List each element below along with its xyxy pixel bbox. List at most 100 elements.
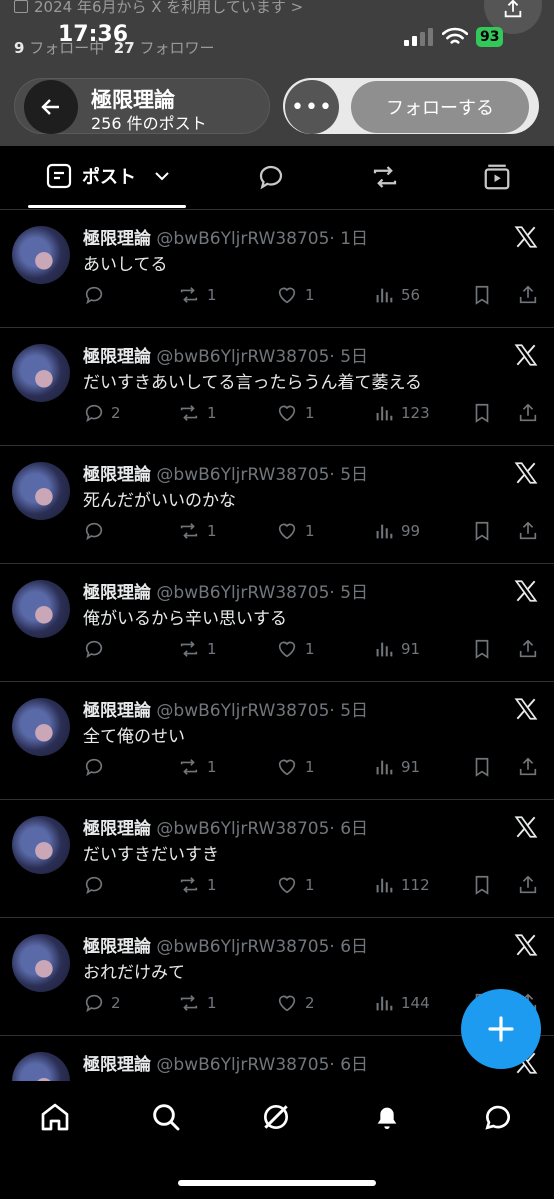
post-actions: 1 1 56 — [83, 284, 543, 310]
back-button[interactable] — [24, 80, 78, 134]
bookmark-icon — [471, 638, 493, 660]
avatar[interactable] — [12, 934, 70, 992]
like-button[interactable]: 2 — [275, 992, 315, 1014]
share-button[interactable] — [517, 874, 539, 896]
avatar[interactable] — [12, 698, 70, 756]
views-button[interactable]: 99 — [373, 520, 420, 542]
compose-button[interactable] — [461, 989, 541, 1069]
post-item[interactable]: 極限理論 @bwB6YljrRW38705· 1日 あいしてる 1 1 56 — [0, 210, 554, 328]
bookmark-button[interactable] — [471, 874, 493, 896]
status-time: 17:36 — [58, 22, 129, 47]
post-author-name[interactable]: 極限理論 — [83, 583, 151, 603]
avatar[interactable] — [12, 816, 70, 874]
post-header: 極限理論 @bwB6YljrRW38705· 6日 — [83, 1050, 368, 1075]
nav-notifications[interactable] — [371, 1101, 403, 1137]
avatar[interactable] — [12, 580, 70, 638]
post-handle: @bwB6YljrRW38705 — [156, 819, 330, 839]
reply-button[interactable]: 2 — [83, 992, 121, 1014]
share-icon — [517, 874, 539, 896]
repost-button[interactable]: 1 — [177, 756, 217, 778]
bookmark-icon — [471, 874, 493, 896]
avatar[interactable] — [12, 226, 70, 284]
repost-button[interactable]: 1 — [177, 638, 217, 660]
signal-icon — [404, 28, 433, 46]
tab-replies[interactable] — [256, 162, 286, 196]
post-time: · 5日 — [329, 347, 369, 367]
tab-media[interactable] — [482, 162, 512, 196]
bookmark-button[interactable] — [471, 520, 493, 542]
bookmark-button[interactable] — [471, 402, 493, 424]
reply-button[interactable]: 2 — [83, 402, 121, 424]
share-button[interactable] — [517, 520, 539, 542]
repost-button[interactable]: 1 — [177, 284, 217, 306]
avatar[interactable] — [12, 1052, 70, 1081]
bookmark-button[interactable] — [471, 284, 493, 306]
like-count: 1 — [305, 286, 315, 304]
post-item[interactable]: 極限理論 @bwB6YljrRW38705· 5日 だいすきあいしてる言ったらう… — [0, 328, 554, 446]
post-author-name[interactable]: 極限理論 — [83, 347, 151, 367]
tab-posts[interactable]: ポスト — [46, 163, 170, 189]
post-author-name[interactable]: 極限理論 — [83, 701, 151, 721]
views-button[interactable]: 144 — [373, 992, 430, 1014]
bookmark-icon — [471, 520, 493, 542]
share-button[interactable] — [517, 402, 539, 424]
x-logo-icon — [513, 814, 539, 844]
nav-messages[interactable] — [482, 1101, 514, 1137]
post-actions: 1 1 91 — [83, 756, 543, 782]
follow-button[interactable]: フォローする — [351, 81, 529, 133]
bookmark-icon — [471, 756, 493, 778]
post-text: 死んだがいいのかな — [83, 491, 236, 511]
post-author-name[interactable]: 極限理論 — [83, 229, 151, 249]
like-button[interactable]: 1 — [275, 756, 315, 778]
share-button[interactable] — [517, 284, 539, 306]
like-button[interactable]: 1 — [275, 638, 315, 660]
views-button[interactable]: 112 — [373, 874, 430, 896]
share-icon — [517, 520, 539, 542]
like-button[interactable]: 1 — [275, 284, 315, 306]
reply-button[interactable] — [83, 638, 111, 660]
home-indicator — [178, 1180, 376, 1186]
post-author-name[interactable]: 極限理論 — [83, 1055, 151, 1075]
share-button[interactable] — [517, 756, 539, 778]
like-button[interactable]: 1 — [275, 520, 315, 542]
reply-button[interactable] — [83, 874, 111, 896]
post-actions: 1 1 112 — [83, 874, 543, 900]
repost-button[interactable]: 1 — [177, 992, 217, 1014]
like-button[interactable]: 1 — [275, 402, 315, 424]
views-icon — [373, 638, 395, 660]
post-item[interactable]: 極限理論 @bwB6YljrRW38705· 5日 死んだがいいのかな 1 1 … — [0, 446, 554, 564]
post-item[interactable]: 極限理論 @bwB6YljrRW38705· 5日 全て俺のせい 1 1 91 — [0, 682, 554, 800]
bookmark-button[interactable] — [471, 756, 493, 778]
bookmark-button[interactable] — [471, 638, 493, 660]
avatar[interactable] — [12, 344, 70, 402]
repost-button[interactable]: 1 — [177, 874, 217, 896]
post-item[interactable]: 極限理論 @bwB6YljrRW38705· 6日 だいすきだいすき 1 1 1… — [0, 800, 554, 918]
post-author-name[interactable]: 極限理論 — [83, 819, 151, 839]
grok-icon — [264, 1105, 288, 1129]
reply-icon — [83, 756, 105, 778]
plus-icon — [488, 1016, 514, 1042]
more-options-button[interactable]: ••• — [285, 80, 339, 134]
post-author-name[interactable]: 極限理論 — [83, 465, 151, 485]
reply-button[interactable] — [83, 756, 111, 778]
views-button[interactable]: 91 — [373, 756, 420, 778]
reply-button[interactable] — [83, 520, 111, 542]
repost-button[interactable]: 1 — [177, 520, 217, 542]
like-button[interactable]: 1 — [275, 874, 315, 896]
reply-icon — [83, 874, 105, 896]
tab-reposts[interactable] — [369, 162, 401, 196]
nav-grok[interactable] — [260, 1101, 292, 1137]
views-button[interactable]: 91 — [373, 638, 420, 660]
x-logo-icon — [513, 932, 539, 962]
reply-icon — [83, 520, 105, 542]
share-button[interactable] — [517, 638, 539, 660]
views-button[interactable]: 123 — [373, 402, 430, 424]
repost-button[interactable]: 1 — [177, 402, 217, 424]
post-item[interactable]: 極限理論 @bwB6YljrRW38705· 5日 俺がいるから辛い思いする 1… — [0, 564, 554, 682]
reply-button[interactable] — [83, 284, 111, 306]
post-author-name[interactable]: 極限理論 — [83, 937, 151, 957]
nav-search[interactable] — [150, 1101, 182, 1137]
nav-home[interactable] — [39, 1101, 71, 1137]
avatar[interactable] — [12, 462, 70, 520]
views-button[interactable]: 56 — [373, 284, 420, 306]
